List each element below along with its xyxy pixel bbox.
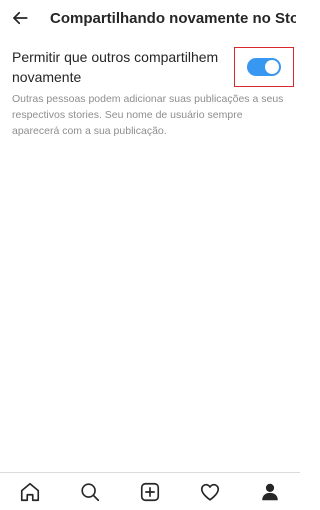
arrow-left-icon xyxy=(13,11,28,25)
nav-new-post[interactable] xyxy=(130,474,170,510)
heart-icon xyxy=(200,483,220,501)
reshare-setting: Permitir que outros compartilhem novamen… xyxy=(12,47,294,139)
plus-square-icon xyxy=(140,482,160,501)
bottom-navigation xyxy=(0,472,300,510)
back-button[interactable] xyxy=(0,0,40,36)
toggle-knob xyxy=(265,60,279,74)
page-title: Compartilhando novamente no Stor xyxy=(50,9,296,27)
top-bar: Compartilhando novamente no Stor xyxy=(0,0,300,36)
home-icon xyxy=(20,482,40,501)
nav-activity[interactable] xyxy=(190,474,230,510)
setting-label: Permitir que outros compartilhem novamen… xyxy=(12,49,219,85)
search-icon xyxy=(81,482,100,501)
profile-icon xyxy=(262,483,278,500)
nav-home[interactable] xyxy=(10,474,50,510)
toggle-highlight-box xyxy=(234,47,294,87)
nav-search[interactable] xyxy=(70,474,110,510)
setting-description: Outras pessoas podem adicionar suas publ… xyxy=(12,93,284,137)
nav-profile[interactable] xyxy=(250,474,290,510)
allow-reshare-toggle[interactable] xyxy=(247,58,281,76)
